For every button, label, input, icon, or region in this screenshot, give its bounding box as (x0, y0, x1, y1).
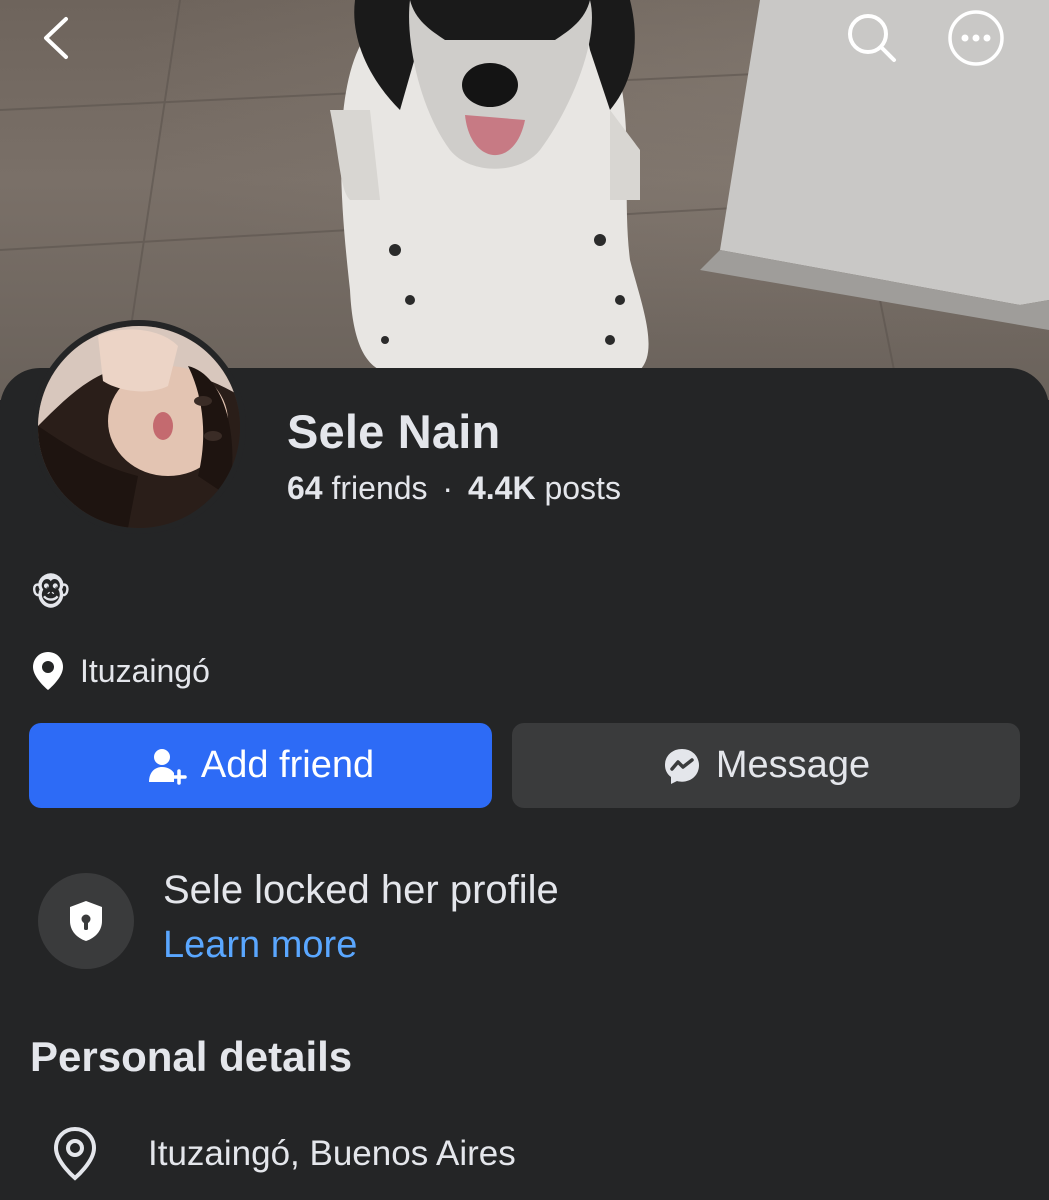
back-button[interactable] (26, 8, 86, 68)
add-person-icon (147, 746, 187, 786)
learn-more-link[interactable]: Learn more (163, 924, 357, 967)
profile-page: Sele Nain 64 friends · 4.4K posts 🐵 Ituz… (0, 0, 1049, 1200)
avatar[interactable] (32, 320, 246, 534)
chevron-left-icon (44, 17, 68, 59)
search-button[interactable] (842, 8, 902, 68)
add-friend-label: Add friend (200, 744, 375, 786)
personal-details-title: Personal details (30, 1033, 353, 1080)
more-options-icon (948, 10, 1004, 66)
profile-bio: 🐵 (30, 572, 72, 613)
profile-stats: 64 friends · 4.4K posts (287, 470, 621, 507)
locked-profile-badge (38, 873, 134, 969)
posts-label: posts (544, 470, 621, 506)
messenger-icon (662, 746, 702, 786)
location-pin-outline-icon (53, 1126, 97, 1181)
message-button[interactable]: Message (512, 723, 1020, 808)
more-options-button[interactable] (946, 8, 1006, 68)
location-text: Ituzaingó (80, 652, 210, 689)
stats-separator: · (442, 470, 454, 506)
message-label: Message (715, 744, 871, 786)
add-friend-button[interactable]: Add friend (29, 723, 492, 808)
friends-count[interactable]: 64 (287, 470, 323, 506)
friends-label[interactable]: friends (331, 470, 427, 506)
profile-name: Sele Nain (287, 405, 501, 458)
locked-profile-text: Sele locked her profile (163, 868, 559, 912)
search-icon (848, 14, 896, 62)
avatar-image (38, 326, 240, 528)
location-pin-icon (33, 652, 63, 690)
shield-lock-icon (70, 901, 102, 941)
shield-circle (38, 873, 134, 969)
posts-count: 4.4K (467, 470, 536, 506)
personal-details-location-row: Ituzaingó, Buenos Aires (52, 1126, 516, 1182)
intro-location: Ituzaingó (30, 650, 210, 692)
personal-details-location: Ituzaingó, Buenos Aires (148, 1134, 516, 1173)
